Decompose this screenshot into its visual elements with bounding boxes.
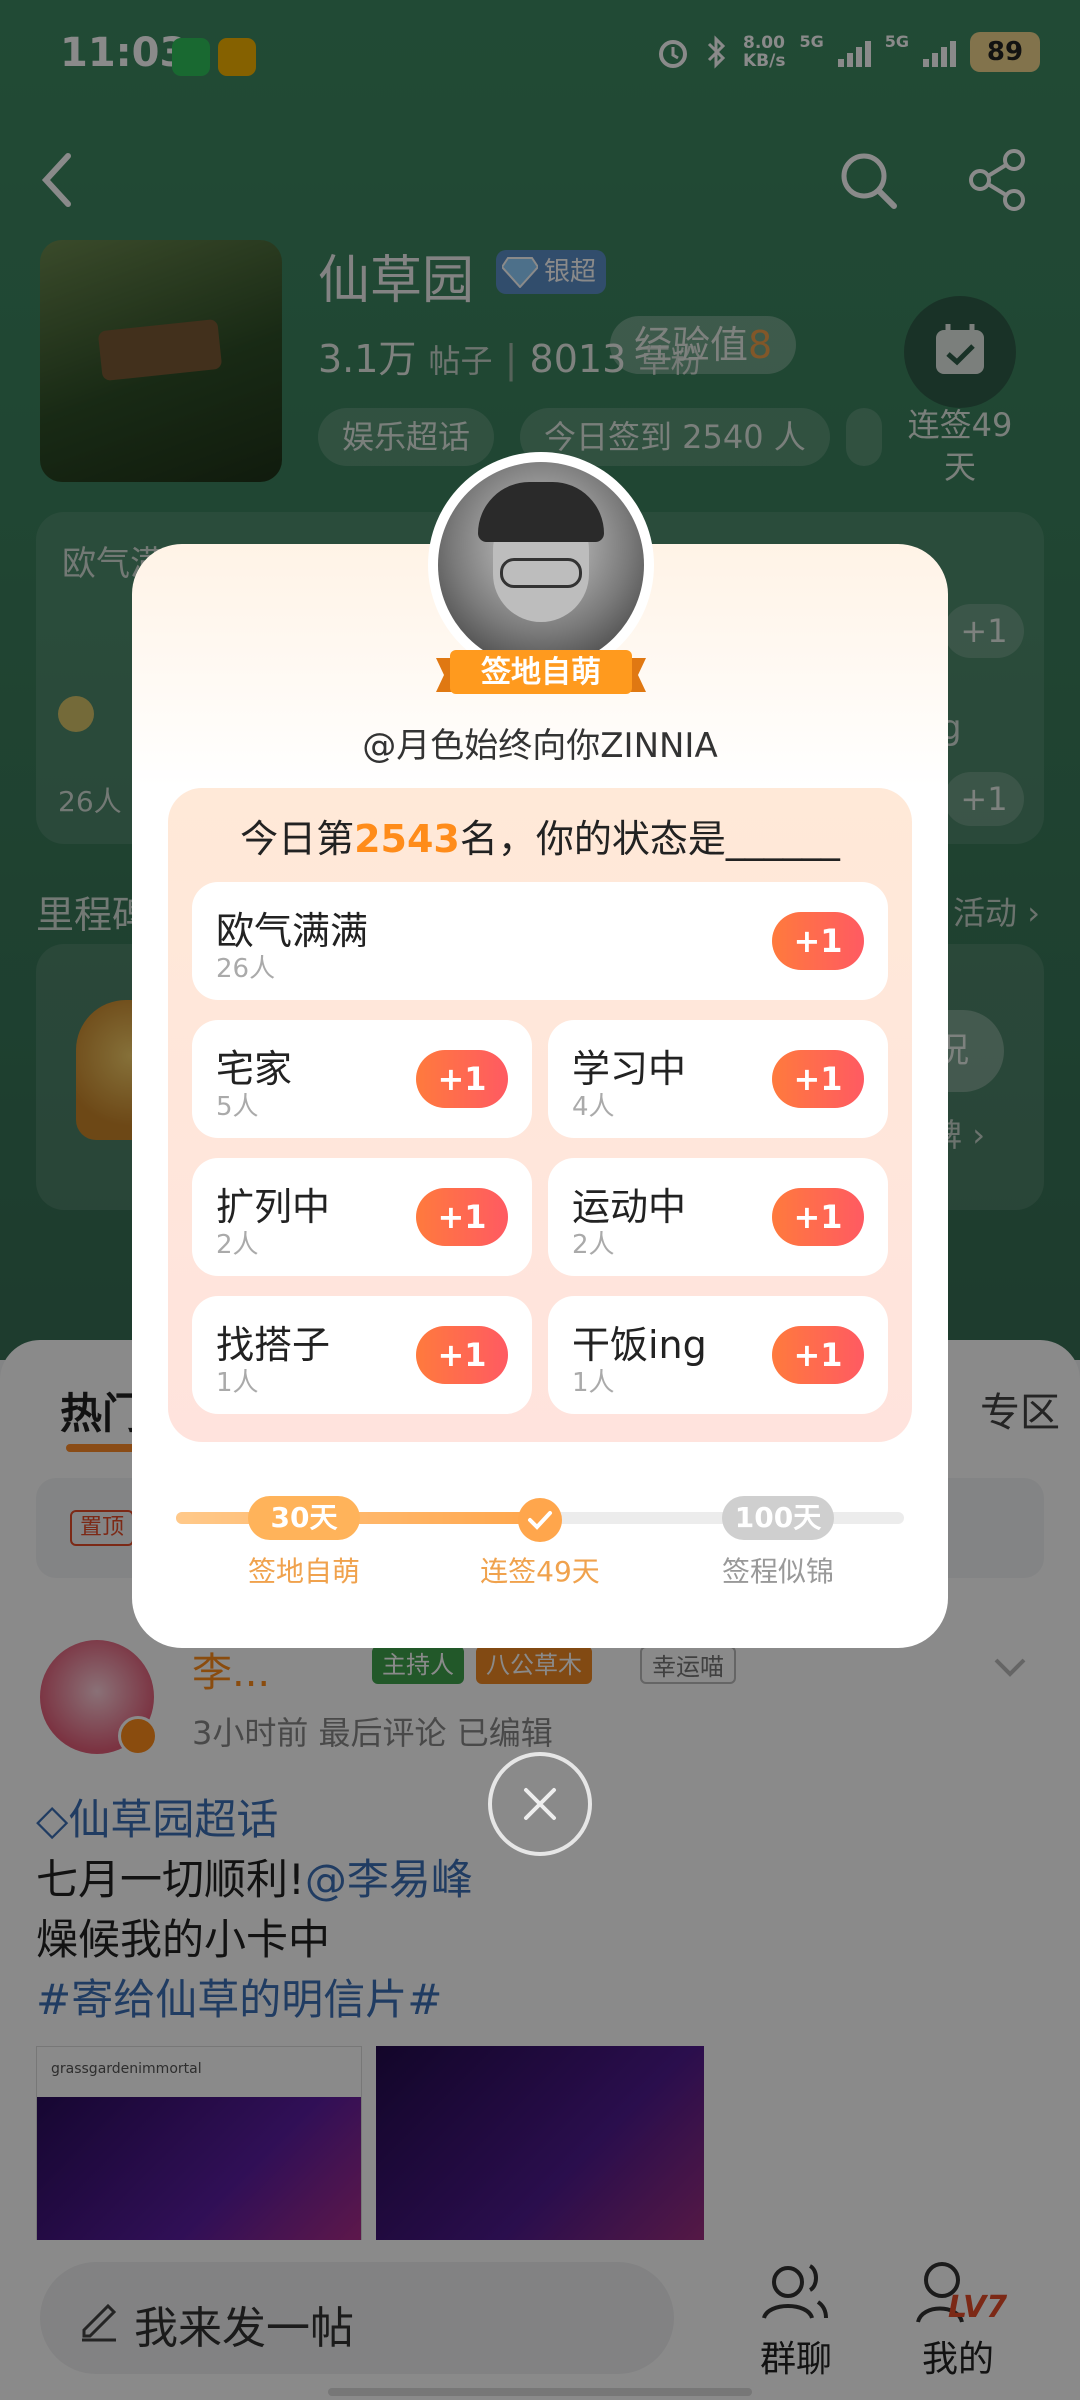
option-count: 2人: [572, 1230, 615, 1260]
status-option-friends[interactable]: 扩列中 2人 +1: [192, 1158, 532, 1276]
option-count: 26人: [216, 954, 276, 984]
check-icon: [528, 1511, 552, 1530]
home-indicator[interactable]: [328, 2388, 752, 2396]
rank-number: 2543: [354, 817, 460, 861]
option-name: 找搭子: [216, 1323, 331, 1367]
close-icon: [524, 1788, 556, 1820]
option-count: 1人: [572, 1368, 615, 1398]
status-question: 今日第2543名，你的状态是______: [168, 808, 912, 863]
status-option-exercising[interactable]: 运动中 2人 +1: [548, 1158, 888, 1276]
user-avatar: [438, 462, 644, 668]
option-count: 5人: [216, 1092, 259, 1122]
question-suffix: 名，你的状态是______: [459, 817, 840, 861]
option-name: 运动中: [572, 1185, 687, 1229]
status-option-lucky[interactable]: 欧气满满 26人 +1: [192, 882, 888, 1000]
plus-one-button[interactable]: +1: [772, 1188, 864, 1246]
plus-one-button[interactable]: +1: [772, 912, 864, 970]
plus-one-button[interactable]: +1: [772, 1050, 864, 1108]
rank-title: 签地自萌: [481, 655, 601, 690]
milestone-label-3: 签程似锦: [721, 1555, 834, 1588]
status-option-home[interactable]: 宅家 5人 +1: [192, 1020, 532, 1138]
status-option-eating[interactable]: 干饭ing 1人 +1: [548, 1296, 888, 1414]
option-count: 2人: [216, 1230, 259, 1260]
avatar-glasses: [500, 558, 582, 588]
option-count: 4人: [572, 1092, 615, 1122]
option-count: 1人: [216, 1368, 259, 1398]
plus-one-button[interactable]: +1: [416, 1050, 508, 1108]
status-option-partner[interactable]: 找搭子 1人 +1: [192, 1296, 532, 1414]
plus-one-button[interactable]: +1: [772, 1326, 864, 1384]
plus-one-button[interactable]: +1: [416, 1326, 508, 1384]
option-name: 宅家: [216, 1047, 293, 1091]
milestone-100-pill: 100天: [722, 1496, 834, 1540]
option-name: 学习中: [572, 1047, 687, 1091]
option-name: 欧气满满: [216, 909, 369, 953]
avatar-hair: [478, 482, 604, 542]
modal-username: @月色始终向你ZINNIA: [362, 726, 718, 766]
milestone-label-1: 签地自萌: [247, 1555, 360, 1588]
milestone-30-pill: 30天: [248, 1496, 360, 1540]
milestone-current-check: [518, 1498, 562, 1542]
status-option-studying[interactable]: 学习中 4人 +1: [548, 1020, 888, 1138]
option-name: 干饭ing: [572, 1323, 707, 1367]
plus-one-button[interactable]: +1: [416, 1188, 508, 1246]
option-name: 扩列中: [216, 1185, 331, 1229]
question-prefix: 今日第: [240, 817, 355, 861]
close-modal-button[interactable]: [488, 1752, 592, 1856]
milestone-label-2: 连签49天: [480, 1555, 600, 1588]
